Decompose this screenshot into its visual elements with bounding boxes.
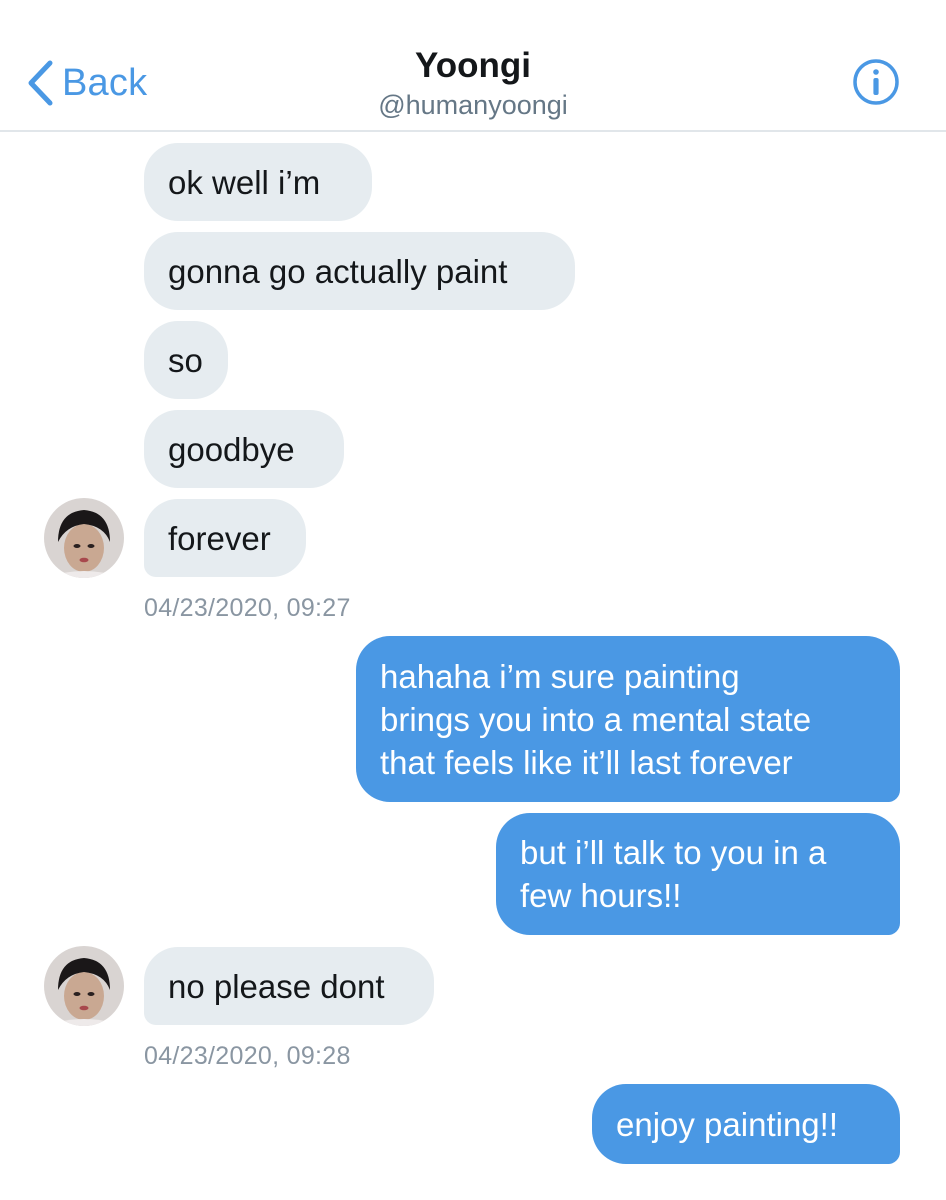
info-button[interactable]: [852, 58, 900, 106]
message-text-line: enjoy painting!!: [616, 1105, 838, 1143]
conversation-header: Back Yoongi @humanyoongi: [0, 0, 946, 132]
message-text: forever: [168, 519, 271, 557]
message-bubble-incoming[interactable]: gonna go actually paint: [144, 232, 575, 310]
avatar[interactable]: [44, 498, 124, 578]
message-timestamp: 04/23/2020, 09:28: [144, 1042, 351, 1070]
message-text-line: few hours!!: [520, 877, 682, 914]
contact-handle: @humanyoongi: [378, 90, 568, 120]
message-bubble-incoming[interactable]: goodbye: [144, 410, 344, 488]
avatar[interactable]: [44, 946, 124, 1026]
message-bubble-incoming[interactable]: so: [144, 321, 228, 399]
message-bubble-outgoing[interactable]: hahaha i’m sure painting brings you into…: [356, 636, 900, 802]
message-text: so: [168, 341, 203, 379]
message-text-line: hahaha i’m sure painting: [380, 657, 740, 695]
message-text-line: that feels like it’ll last forever: [380, 743, 793, 781]
contact-name: Yoongi: [415, 46, 531, 85]
info-circle-icon: [852, 58, 900, 106]
message-text: ok well i’m: [168, 163, 321, 201]
message-text: gonna go actually paint: [168, 252, 508, 290]
profile-photo: [44, 946, 124, 1026]
message-bubble-outgoing[interactable]: enjoy painting!!: [592, 1084, 900, 1164]
message-text: goodbye: [168, 430, 295, 468]
message-bubble-outgoing[interactable]: but i’ll talk to you in a few hours!!: [496, 813, 900, 935]
message-text-line: brings you into a mental state: [380, 700, 812, 738]
message-timestamp: 04/23/2020, 09:27: [144, 594, 351, 622]
conversation-title-block: Yoongi @humanyoongi: [0, 44, 946, 122]
message-text-line: but i’ll talk to you in a: [520, 834, 827, 871]
profile-photo: [44, 498, 124, 578]
message-text: no please dont: [168, 967, 385, 1005]
message-bubble-incoming[interactable]: no please dont: [144, 947, 434, 1025]
message-bubble-incoming[interactable]: ok well i’m: [144, 143, 372, 221]
message-bubble-incoming[interactable]: forever: [144, 499, 306, 577]
